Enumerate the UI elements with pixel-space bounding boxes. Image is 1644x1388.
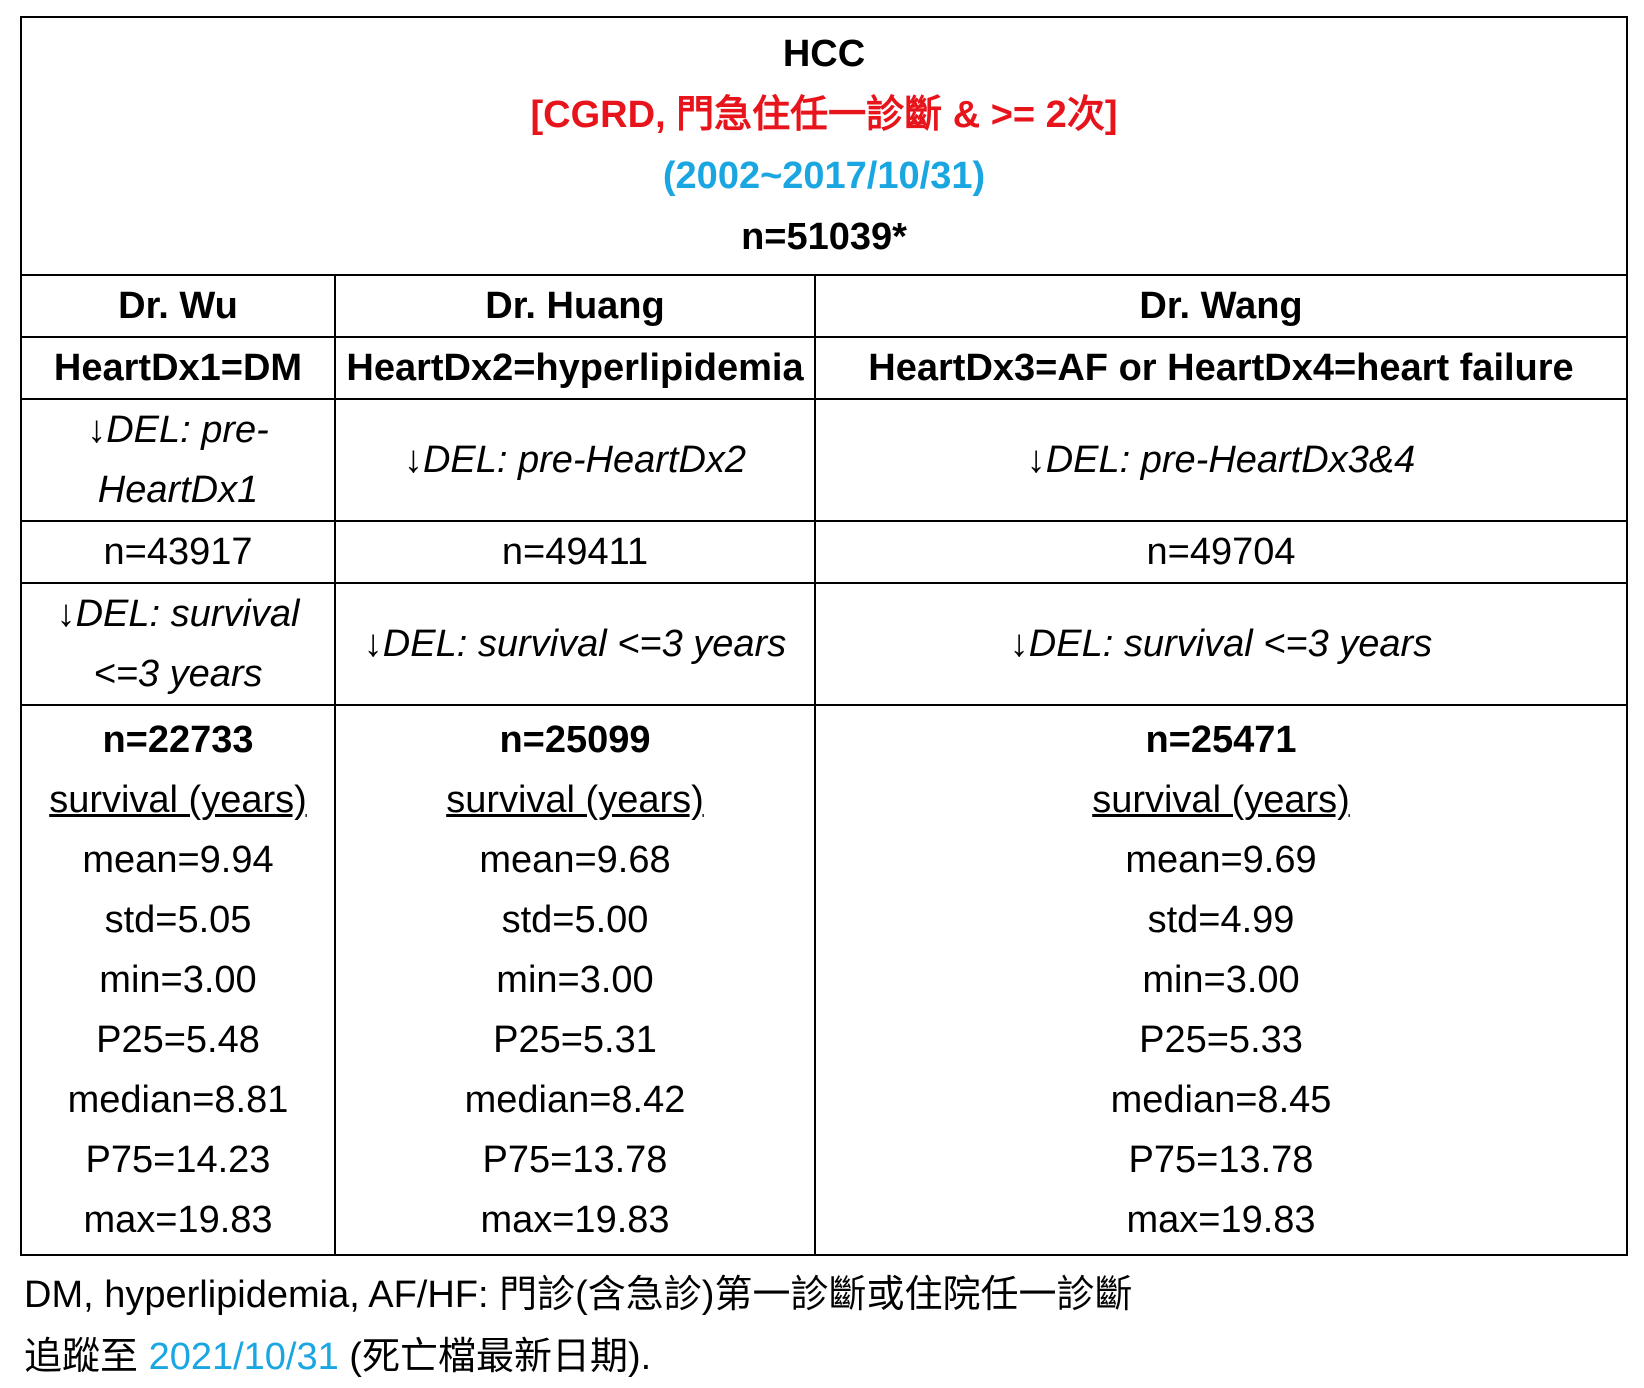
del-survival-cell: ↓DEL: survival <=3 years [20,582,336,706]
stat-p25: P25=5.48 [96,1019,260,1061]
stat-p25: P25=5.31 [493,1019,657,1061]
final-n: n=25471 [1145,719,1297,761]
stat-max: max=19.83 [1126,1199,1316,1241]
del-pre-cell: ↓DEL: pre-HeartDx1 [20,398,336,522]
dx-cell: HeartDx3=AF or HeartDx4=heart failure [813,336,1629,400]
del-survival-cell: ↓DEL: survival <=3 years [813,582,1629,706]
stat-std: std=5.05 [104,899,252,941]
n-after-pre-row: n=43917 n=49411 n=49704 [20,520,1629,584]
stat-max: max=19.83 [480,1199,670,1241]
stat-median: median=8.45 [1110,1079,1332,1121]
del-pre-row: ↓DEL: pre-HeartDx1 ↓DEL: pre-HeartDx2 ↓D… [20,398,1629,522]
dx-cell: HeartDx1=DM [20,336,336,400]
document: HCC [CGRD, 門急住任一診斷 & >= 2次] (2002~2017/1… [19,16,1629,1388]
del-survival-cell: ↓DEL: survival <=3 years [334,582,816,706]
date-range: (2002~2017/10/31) [662,155,986,197]
stat-p75: P75=13.78 [482,1139,668,1181]
del-survival-row: ↓DEL: survival <=3 years ↓DEL: survival … [20,582,1629,706]
stat-median: median=8.81 [67,1079,289,1121]
doctor-cell: Dr. Huang [334,274,816,338]
stat-p25: P25=5.33 [1139,1019,1303,1061]
stat-p75: P75=14.23 [85,1139,271,1181]
n-cell: n=43917 [20,520,336,584]
stats-cell: n=25471 survival (years) mean=9.69 std=4… [813,704,1629,1256]
doctor-row: Dr. Wu Dr. Huang Dr. Wang [20,274,1629,338]
stats-cell: n=22733 survival (years) mean=9.94 std=5… [20,704,336,1256]
footer-notes: DM, hyperlipidemia, AF/HF: 門診(含急診)第一診斷或住… [20,1264,1626,1388]
stat-min: min=3.00 [1142,959,1300,1001]
survival-label: survival (years) [1092,779,1350,821]
dx-row: HeartDx1=DM HeartDx2=hyperlipidemia Hear… [20,336,1629,400]
data-source: [CGRD, 門急住任一診斷 & >= 2次] [530,94,1118,136]
header-row: HCC [CGRD, 門急住任一診斷 & >= 2次] (2002~2017/1… [19,16,1629,276]
footer-line-1: DM, hyperlipidemia, AF/HF: 門診(含急診)第一診斷或住… [24,1274,1133,1316]
stat-median: median=8.42 [464,1079,686,1121]
survival-label: survival (years) [49,779,307,821]
table-title: HCC [782,33,866,75]
stat-std: std=5.00 [501,899,649,941]
header-cell: HCC [CGRD, 門急住任一診斷 & >= 2次] (2002~2017/1… [19,16,1629,276]
stats-cell: n=25099 survival (years) mean=9.68 std=5… [334,704,816,1256]
final-n: n=22733 [102,719,254,761]
doctor-cell: Dr. Wang [813,274,1629,338]
stat-std: std=4.99 [1147,899,1295,941]
stat-max: max=19.83 [83,1199,273,1241]
final-n: n=25099 [499,719,651,761]
hcc-table: HCC [CGRD, 門急住任一診斷 & >= 2次] (2002~2017/1… [19,16,1629,1256]
stat-mean: mean=9.94 [82,839,274,881]
survival-label: survival (years) [446,779,704,821]
dx-cell: HeartDx2=hyperlipidemia [334,336,816,400]
total-n: n=51039* [741,216,907,258]
footer-line-2-suffix: (死亡檔最新日期). [338,1336,652,1378]
stat-mean: mean=9.68 [479,839,671,881]
footer-line-2-prefix: 追蹤至 [24,1336,149,1378]
stats-row: n=22733 survival (years) mean=9.94 std=5… [20,704,1629,1256]
stat-min: min=3.00 [496,959,654,1001]
follow-up-date: 2021/10/31 [148,1336,339,1378]
footer-line-2: 追蹤至 2021/10/31 (死亡檔最新日期). [24,1326,1626,1388]
n-cell: n=49411 [334,520,816,584]
del-pre-cell: ↓DEL: pre-HeartDx3&4 [813,398,1629,522]
n-cell: n=49704 [813,520,1629,584]
doctor-cell: Dr. Wu [20,274,336,338]
del-pre-cell: ↓DEL: pre-HeartDx2 [334,398,816,522]
stat-min: min=3.00 [99,959,257,1001]
stat-mean: mean=9.69 [1125,839,1317,881]
stat-p75: P75=13.78 [1128,1139,1314,1181]
